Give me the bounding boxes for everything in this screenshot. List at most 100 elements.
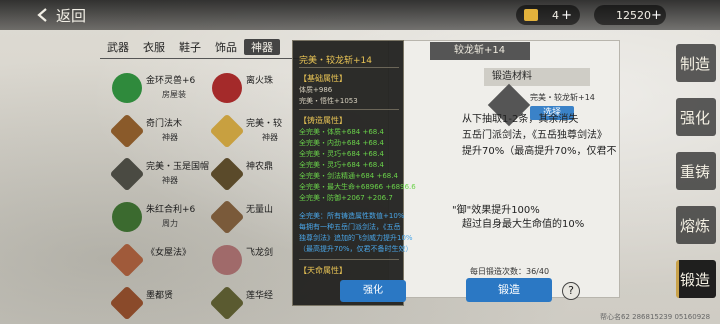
back-label: 返回 [56,6,87,25]
side-tab-label: 制造 [679,54,710,73]
item-icon [209,156,245,191]
tab-artifact[interactable]: 神器 [244,39,280,55]
item-name: 神农鼎 [246,162,274,172]
tooltip-forge-line: 全完美・最大生命+68966 +6896.6 [299,183,416,191]
craft-effects: "御"效果提升100% 超过自身最大生命值的10% [392,204,618,232]
list-item[interactable]: 金环灵兽+6 房屋装 [100,67,200,108]
side-tab-label: 强化 [679,108,710,127]
gold-currency: 4 + [516,5,580,25]
tooltip-skill-section: 【天命属性】 [299,266,347,275]
tooltip-forge-line: 全完美・防御+2067 +206.7 [299,194,393,202]
item-list-panel: 武器 衣服 鞋子 饰品 神器 金环灵兽+6 房屋装 离火珠 奇门法木 神器 完美・较… [100,38,300,324]
tab-clothes[interactable]: 衣服 [136,39,172,55]
craft-button[interactable]: 锻造 [466,278,552,302]
item-icon [209,199,245,234]
side-tab-label: 重铸 [679,162,710,181]
item-name: 奇门法木 [146,119,183,129]
desc-line: 五岳门派剑法，《五岳独尊剑法》 [462,130,607,141]
craft-title: 较龙斩+14 [430,42,530,60]
tooltip-base-line: 完美・悟性+1053 [299,97,358,105]
item-sub: 房屋装 [162,90,186,99]
item-name: 飞龙剑 [246,248,274,258]
item-sub: 神器 [162,133,178,142]
desc-line: 提升70%（最高提升70%，仅君不 [462,146,617,157]
item-icon [212,244,242,275]
item-name: 金环灵兽+6 [146,76,196,86]
help-button[interactable]: ? [562,282,580,300]
desc-line: 从下抽取1-2条，其余消失 [462,114,579,125]
tooltip-bonus-line: 每拥有一种五岳门派剑法，《五岳 [299,223,401,231]
item-name: 无量山 [246,205,274,215]
item-name: 朱红合利+6 [146,205,196,215]
tooltip-divider [299,259,399,260]
silver-amount: 12520 [616,8,651,22]
list-item[interactable]: 朱红合利+6 周力 [100,196,200,237]
tooltip-bonus-line: 全完美：所有铸造属性数值+10% [299,212,405,220]
tooltip-forge-line: 全完美・灵巧+684 +68.4 [299,161,384,169]
daily-craft-count: 每日锻造次数：36/40 [470,267,550,276]
item-tooltip: 完美・较龙斩+14 【基础属性】 体质+986 完美・悟性+1053 【铸造属性… [292,40,416,306]
item-icon [109,113,145,148]
side-tab-make[interactable]: 制造 [670,40,720,86]
list-item[interactable]: 莲华经 [200,282,300,323]
item-name: 莲华经 [246,291,274,301]
list-item[interactable]: 离火珠 [200,67,300,108]
list-item[interactable]: 《女屋法》 [100,239,200,280]
tooltip-base-section: 【基础属性】 [299,74,347,83]
tooltip-forge-section: 【铸造属性】 [299,116,347,125]
tooltip-title: 完美・较龙斩+14 [299,56,372,66]
item-name: 墨都贤 [146,291,174,301]
list-item[interactable]: 神农鼎 [200,153,300,194]
list-item[interactable]: 飞龙剑 [200,239,300,280]
gold-add-button[interactable]: + [561,8,572,23]
item-sub: 神器 [262,133,278,142]
list-item[interactable]: 墨都贤 [100,282,200,323]
item-icon [109,285,145,320]
item-grid: 金环灵兽+6 房屋装 离火珠 奇门法木神器 完美・较神器 完美・玉是国帽 神器 神农… [100,67,300,323]
material-name: 完美・较龙斩+14 [530,93,595,102]
list-item[interactable]: 无量山 [200,196,300,237]
item-sub: 神器 [162,176,178,185]
list-item[interactable]: 奇门法木神器 [100,110,200,151]
item-icon [209,113,245,148]
effect-line: "御"效果提升100% [452,205,540,216]
back-button[interactable]: 返回 [36,4,86,26]
item-icon [112,201,142,232]
tab-weapon[interactable]: 武器 [100,39,136,55]
side-tabs: 制造 强化 重铸 熔炼 锻造 [670,30,720,324]
silver-currency: 12520 + [594,5,666,25]
tooltip-divider [299,67,399,68]
tooltip-bonus-line: 独尊剑法》追加的飞剑威力提升10% [299,234,413,242]
refine-button[interactable]: 强化 [340,280,406,302]
side-tab-smelt[interactable]: 熔炼 [670,202,720,248]
item-name: 《女屋法》 [146,248,192,258]
item-name: 离火珠 [246,76,274,86]
craft-description: 从下抽取1-2条，其余消失 五岳门派剑法，《五岳独尊剑法》 提升70%（最高提升… [392,112,618,160]
item-icon [112,72,142,103]
side-tab-recast[interactable]: 重铸 [670,148,720,194]
gold-ingot-icon [524,9,538,21]
tooltip-forge-line: 全完美・剑法精通+684 +68.4 [299,172,398,180]
tooltip-base-line: 体质+986 [299,86,333,94]
item-icon [109,242,145,277]
item-icon [209,285,245,320]
gold-amount: 4 [552,8,559,22]
tooltip-bonus-line: （最高提升70%，仅君不备时生效） [299,245,413,253]
item-name: 完美・较 [246,119,283,129]
tooltip-divider [299,109,399,110]
side-tab-forge[interactable]: 锻造 [670,256,720,302]
list-item[interactable]: 完美・较神器 [200,110,300,151]
item-icon [212,72,242,103]
side-tab-label: 锻造 [679,270,710,289]
list-item[interactable]: 完美・玉是国帽 神器 [100,153,209,194]
item-icon [109,156,145,191]
side-tab-strengthen[interactable]: 强化 [670,94,720,140]
silver-add-button[interactable]: + [651,8,662,23]
footer-id: 帮心名62 286815239 05160928 [600,313,711,321]
effect-line: 超过自身最大生命值的10% [462,219,585,230]
side-tab-label: 熔炼 [679,216,710,235]
category-tabs: 武器 衣服 鞋子 饰品 神器 [100,38,300,56]
tab-shoes[interactable]: 鞋子 [172,39,208,55]
tab-accessory[interactable]: 饰品 [208,39,244,55]
item-sub: 周力 [162,219,178,228]
